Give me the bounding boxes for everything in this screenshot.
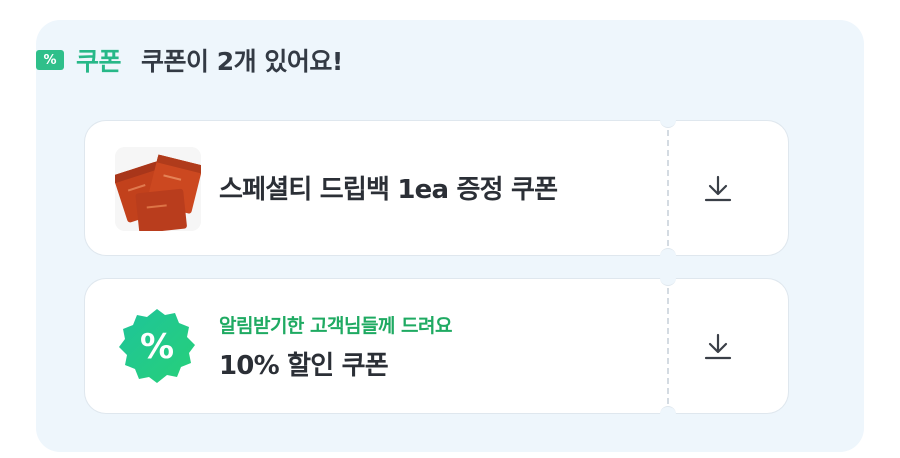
coupon-card-drip-bag[interactable]: 스페셜티 드립백 1ea 증정 쿠폰 <box>84 119 790 257</box>
coupon-title: 스페셜티 드립백 1ea 증정 쿠폰 <box>219 175 558 205</box>
coupon-notch <box>660 248 676 257</box>
header-label: 쿠폰 <box>76 47 122 76</box>
coupon-perforation <box>667 288 669 404</box>
coupon-download-area[interactable] <box>668 120 789 256</box>
coupon-subtitle: 알림받기한 고객님들께 드려요 <box>219 315 452 337</box>
coupon-perforation <box>667 130 669 246</box>
download-icon[interactable] <box>700 171 736 207</box>
coupon-card-discount[interactable]: % 알림받기한 고객님들께 드려요 10% 할인 쿠폰 <box>84 277 790 415</box>
coupon-notch <box>660 406 676 415</box>
coupon-body[interactable]: 스페셜티 드립백 1ea 증정 쿠폰 <box>84 120 669 256</box>
coupon-title: 10% 할인 쿠폰 <box>219 351 389 381</box>
coupon-body[interactable]: % 알림받기한 고객님들께 드려요 10% 할인 쿠폰 <box>84 278 669 414</box>
percent-tag-glyph: % <box>43 52 57 68</box>
coupon-download-area[interactable] <box>668 278 789 414</box>
percent-badge-icon: % <box>115 305 199 389</box>
header-count-text: 쿠폰이 2개 있어요! <box>141 47 343 76</box>
percent-badge-glyph: % <box>139 327 175 367</box>
coupon-header: % 쿠폰 쿠폰이 2개 있어요! <box>36 44 343 76</box>
download-icon[interactable] <box>700 329 736 365</box>
drip-bag-product-image <box>115 147 201 231</box>
percent-tag-icon: % <box>36 50 64 70</box>
